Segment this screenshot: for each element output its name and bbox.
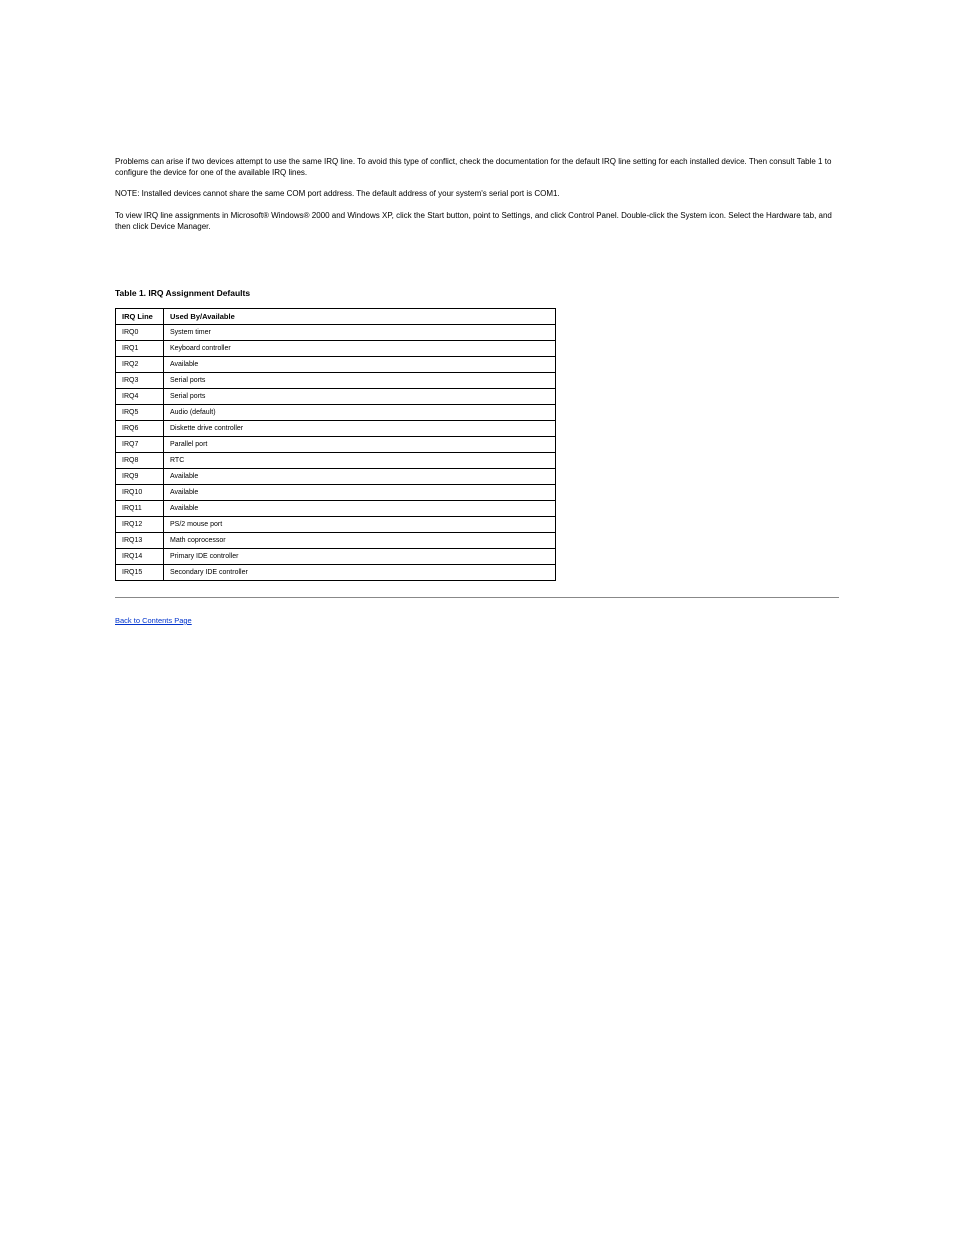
table-heading-title: 1. IRQ Assignment Defaults xyxy=(139,288,250,298)
cell-irq: IRQ1 xyxy=(116,340,164,356)
table-row: IRQ7 Parallel port xyxy=(116,436,556,452)
cell-usedby: Audio (default) xyxy=(164,404,556,420)
table-row: IRQ8 RTC xyxy=(116,452,556,468)
cell-usedby: Available xyxy=(164,468,556,484)
cell-irq: IRQ14 xyxy=(116,548,164,564)
table-row: IRQ15 Secondary IDE controller xyxy=(116,564,556,580)
cell-usedby: Available xyxy=(164,356,556,372)
cell-usedby: Primary IDE controller xyxy=(164,548,556,564)
intro-paragraph-2: NOTE: Installed devices cannot share the… xyxy=(115,188,839,199)
cell-irq: IRQ10 xyxy=(116,484,164,500)
table-col-used-by: Used By/Available xyxy=(164,308,556,324)
table-row: IRQ2 Available xyxy=(116,356,556,372)
cell-usedby: Serial ports xyxy=(164,372,556,388)
cell-irq: IRQ6 xyxy=(116,420,164,436)
cell-usedby: Diskette drive controller xyxy=(164,420,556,436)
table-row: IRQ14 Primary IDE controller xyxy=(116,548,556,564)
intro-paragraph-1: Problems can arise if two devices attemp… xyxy=(115,156,839,178)
table-col-irq-line: IRQ Line xyxy=(116,308,164,324)
cell-irq: IRQ7 xyxy=(116,436,164,452)
cell-usedby: System timer xyxy=(164,324,556,340)
cell-usedby: RTC xyxy=(164,452,556,468)
table-row: IRQ4 Serial ports xyxy=(116,388,556,404)
cell-usedby: Available xyxy=(164,500,556,516)
cell-usedby: Secondary IDE controller xyxy=(164,564,556,580)
cell-usedby: Serial ports xyxy=(164,388,556,404)
table-row: IRQ5 Audio (default) xyxy=(116,404,556,420)
table-row: IRQ13 Math coprocessor xyxy=(116,532,556,548)
intro-paragraph-3: To view IRQ line assignments in Microsof… xyxy=(115,210,839,232)
cell-usedby: Math coprocessor xyxy=(164,532,556,548)
cell-irq: IRQ9 xyxy=(116,468,164,484)
cell-irq: IRQ8 xyxy=(116,452,164,468)
cell-usedby: PS/2 mouse port xyxy=(164,516,556,532)
table-row: IRQ0 System timer xyxy=(116,324,556,340)
separator xyxy=(115,597,839,598)
irq-table: IRQ Line Used By/Available IRQ0 System t… xyxy=(115,308,556,581)
table-row: IRQ9 Available xyxy=(116,468,556,484)
cell-irq: IRQ4 xyxy=(116,388,164,404)
cell-irq: IRQ0 xyxy=(116,324,164,340)
cell-irq: IRQ12 xyxy=(116,516,164,532)
table-row: IRQ10 Available xyxy=(116,484,556,500)
cell-irq: IRQ13 xyxy=(116,532,164,548)
table-heading: Table 1. IRQ Assignment Defaults xyxy=(115,288,839,298)
table-row: IRQ3 Serial ports xyxy=(116,372,556,388)
table-row: IRQ12 PS/2 mouse port xyxy=(116,516,556,532)
table-row: IRQ11 Available xyxy=(116,500,556,516)
back-to-contents-link[interactable]: Back to Contents Page xyxy=(115,616,839,625)
cell-irq: IRQ11 xyxy=(116,500,164,516)
table-row: IRQ1 Keyboard controller xyxy=(116,340,556,356)
cell-irq: IRQ15 xyxy=(116,564,164,580)
table-row: IRQ6 Diskette drive controller xyxy=(116,420,556,436)
table-heading-prefix: Table xyxy=(115,288,137,298)
cell-usedby: Parallel port xyxy=(164,436,556,452)
cell-irq: IRQ2 xyxy=(116,356,164,372)
cell-usedby: Available xyxy=(164,484,556,500)
cell-usedby: Keyboard controller xyxy=(164,340,556,356)
cell-irq: IRQ3 xyxy=(116,372,164,388)
cell-irq: IRQ5 xyxy=(116,404,164,420)
